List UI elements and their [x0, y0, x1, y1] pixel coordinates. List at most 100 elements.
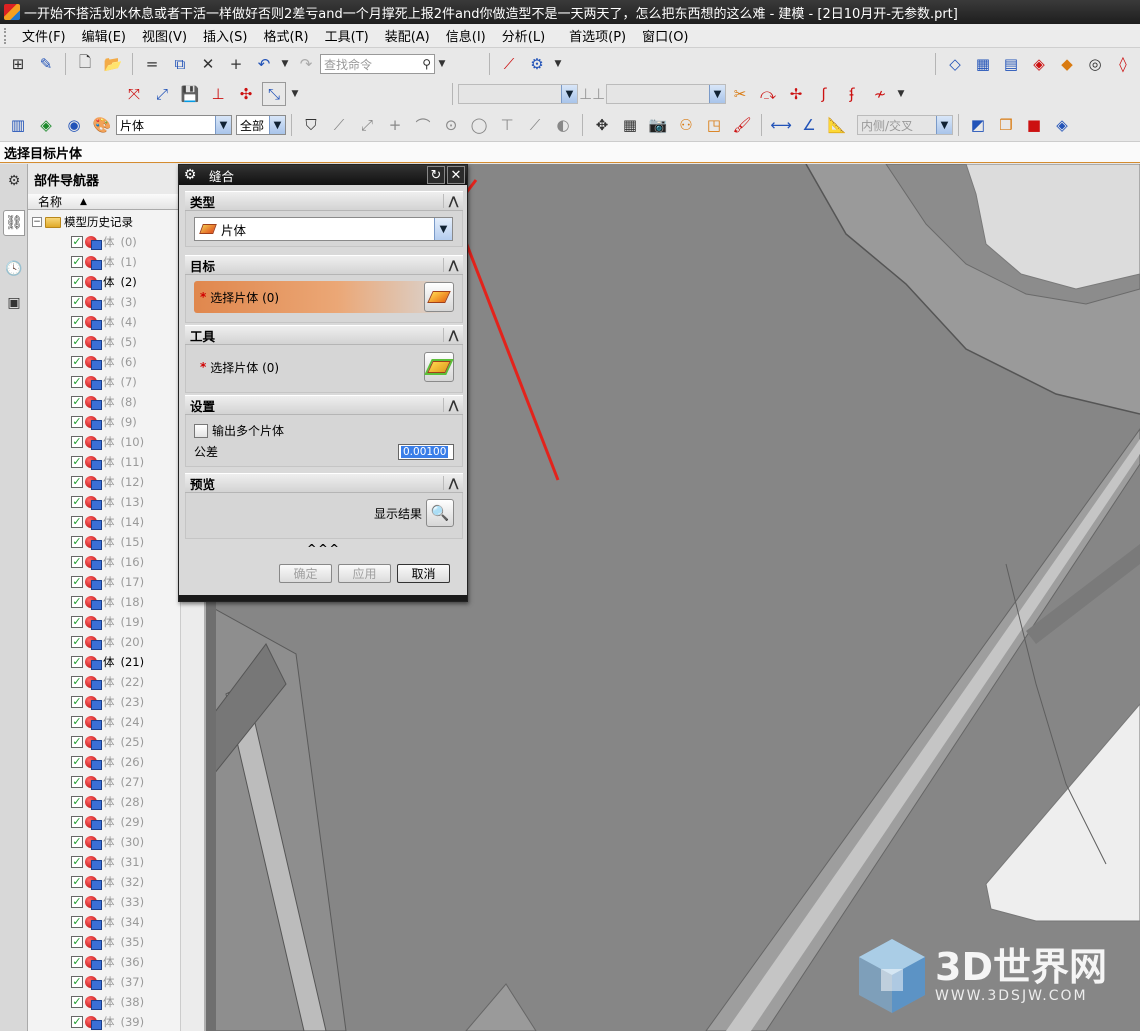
tree-item-body[interactable]: ✓ 体 (35) [28, 932, 178, 952]
brush-icon[interactable]: 🖌 [730, 113, 754, 137]
measure-angle-icon[interactable]: ∠ [797, 113, 821, 137]
chevron-up-icon[interactable]: ⋀ [443, 328, 463, 342]
tree-item-body[interactable]: ✓ 体 (27) [28, 772, 178, 792]
visibility-checkbox[interactable]: ✓ [71, 576, 83, 588]
tree-item-body[interactable]: ✓ 体 (17) [28, 572, 178, 592]
scope-filter-combo[interactable]: 全部 ▼ [236, 115, 286, 135]
new-file-icon[interactable]: 🗋 [73, 52, 97, 76]
visibility-checkbox[interactable]: ✓ [71, 896, 83, 908]
visibility-checkbox[interactable]: ✓ [71, 696, 83, 708]
target-section-header[interactable]: 目标 ⋀ [185, 255, 463, 275]
visibility-checkbox[interactable]: ✓ [71, 436, 83, 448]
tree-item-body[interactable]: ✓ 体 (3) [28, 292, 178, 312]
chevron-up-icon[interactable]: ⋀ [443, 194, 463, 208]
menu-analysis[interactable]: 分析(L) [494, 26, 553, 45]
snap-combo-2[interactable]: ▼ [606, 84, 726, 104]
menu-assemblies[interactable]: 装配(A) [377, 26, 438, 45]
select-target-sheet[interactable]: * 选择片体 (0) [194, 281, 454, 313]
view-icon-1[interactable]: ❒ [994, 113, 1018, 137]
curve-tool-icon-4[interactable]: ʃ [812, 82, 836, 106]
type-section-header[interactable]: 类型 ⋀ [185, 191, 463, 211]
tree-item-body[interactable]: ✓ 体 (11) [28, 452, 178, 472]
visibility-checkbox[interactable]: ✓ [71, 336, 83, 348]
visibility-checkbox[interactable]: ✓ [71, 976, 83, 988]
tree-item-body[interactable]: ✓ 体 (6) [28, 352, 178, 372]
history-tab-icon[interactable]: 🕓 [3, 256, 25, 282]
patch-icon[interactable]: ◎ [1083, 52, 1107, 76]
tree-item-body[interactable]: ✓ 体 (12) [28, 472, 178, 492]
shaded-icon[interactable]: ◩ [966, 113, 990, 137]
tree-item-body[interactable]: ✓ 体 (20) [28, 632, 178, 652]
history-root[interactable]: − 模型历史记录 [28, 212, 178, 232]
settings-section-header[interactable]: 设置 ⋀ [185, 395, 463, 415]
menu-view[interactable]: 视图(V) [134, 26, 195, 45]
tree-item-body[interactable]: ✓ 体 (2) [28, 272, 178, 292]
preview-icon[interactable]: ⚇ [674, 113, 698, 137]
redo-icon[interactable]: ↷ [294, 52, 318, 76]
visibility-checkbox[interactable]: ✓ [71, 876, 83, 888]
tree-item-body[interactable]: ✓ 体 (15) [28, 532, 178, 552]
layer-dropdown-icon[interactable]: ▼ [553, 52, 563, 76]
line-icon-2[interactable]: ⤢ [355, 113, 379, 137]
collapse-icon[interactable]: − [32, 217, 42, 227]
visibility-checkbox[interactable]: ✓ [71, 776, 83, 788]
visibility-checkbox[interactable]: ✓ [71, 376, 83, 388]
surface-icon-3[interactable]: ▤ [999, 52, 1023, 76]
visibility-checkbox[interactable]: ✓ [71, 316, 83, 328]
visibility-checkbox[interactable]: ✓ [71, 416, 83, 428]
midpoint-snap-icon[interactable]: ⟋ [523, 113, 547, 137]
tree-item-body[interactable]: ✓ 体 (36) [28, 952, 178, 972]
arc-snap-icon[interactable]: ⌒ [411, 113, 435, 137]
wcs-icon[interactable]: ⤧ [122, 82, 146, 106]
preview-section-header[interactable]: 预览 ⋀ [185, 473, 463, 493]
tree-item-body[interactable]: ✓ 体 (8) [28, 392, 178, 412]
color-palette-icon[interactable]: 🎨 [90, 113, 114, 137]
tree-item-body[interactable]: ✓ 体 (14) [28, 512, 178, 532]
curve-tool-icon-6[interactable]: ≁ [868, 82, 892, 106]
visibility-checkbox[interactable]: ✓ [71, 616, 83, 628]
tree-item-body[interactable]: ✓ 体 (29) [28, 812, 178, 832]
surface-icon-5[interactable]: ◊ [1111, 52, 1135, 76]
camera-icon[interactable]: 📷 [646, 113, 670, 137]
tree-item-body[interactable]: ✓ 体 (10) [28, 432, 178, 452]
curve-tool-dropdown-icon[interactable]: ▼ [896, 82, 906, 106]
menu-format[interactable]: 格式(R) [255, 26, 316, 45]
wcs-origin-icon[interactable]: ⤢ [150, 82, 174, 106]
menu-file[interactable]: 文件(F) [14, 26, 74, 45]
visibility-checkbox[interactable]: ✓ [71, 676, 83, 688]
csys-dropdown-icon[interactable]: ▼ [290, 82, 300, 106]
chevron-up-icon[interactable]: ⋀ [443, 398, 463, 412]
visibility-checkbox[interactable]: ✓ [71, 356, 83, 368]
visibility-checkbox[interactable]: ✓ [71, 716, 83, 728]
delete-icon[interactable]: ✕ [196, 52, 220, 76]
open-file-icon[interactable]: 📂 [101, 52, 125, 76]
visibility-checkbox[interactable]: ✓ [71, 496, 83, 508]
output-multiple-sheets-checkbox[interactable]: 输出多个片体 [194, 422, 284, 439]
tree-item-body[interactable]: ✓ 体 (13) [28, 492, 178, 512]
visibility-checkbox[interactable]: ✓ [71, 516, 83, 528]
tree-item-body[interactable]: ✓ 体 (4) [28, 312, 178, 332]
tree-item-body[interactable]: ✓ 体 (30) [28, 832, 178, 852]
more-options-toggle[interactable]: ^^^ [185, 543, 463, 556]
menu-tools[interactable]: 工具(T) [317, 26, 377, 45]
checkbox-icon[interactable] [194, 423, 208, 438]
menu-information[interactable]: 信息(I) [438, 26, 494, 45]
filter-icon[interactable]: ⛉ [299, 113, 323, 137]
visibility-checkbox[interactable]: ✓ [71, 476, 83, 488]
visibility-checkbox[interactable]: ✓ [71, 276, 83, 288]
move-icon[interactable]: ✥ [590, 113, 614, 137]
visibility-checkbox[interactable]: ✓ [71, 596, 83, 608]
csys-dynamic-icon[interactable]: ⤡ [262, 82, 286, 106]
tree-item-body[interactable]: ✓ 体 (33) [28, 892, 178, 912]
visibility-checkbox[interactable]: ✓ [71, 956, 83, 968]
visibility-checkbox[interactable]: ✓ [71, 636, 83, 648]
type-dropdown[interactable]: 片体 ▼ [194, 217, 453, 241]
curve-tool-icon-5[interactable]: ʄ [840, 82, 864, 106]
visibility-checkbox[interactable]: ✓ [71, 256, 83, 268]
layer-icon-3[interactable]: ◉ [62, 113, 86, 137]
point-icon[interactable]: + [224, 52, 248, 76]
tree-item-body[interactable]: ✓ 体 (32) [28, 872, 178, 892]
tree-item-body[interactable]: ✓ 体 (25) [28, 732, 178, 752]
apply-button[interactable]: 应用 [338, 564, 391, 583]
visibility-checkbox[interactable]: ✓ [71, 936, 83, 948]
